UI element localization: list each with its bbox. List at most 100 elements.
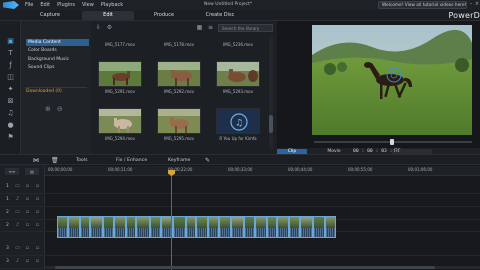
audio-waveform — [174, 228, 185, 237]
view-mode-icon[interactable]: ▦ — [195, 24, 204, 32]
timeline-clip[interactable] — [126, 216, 136, 238]
remove-category-icon[interactable]: ⊖ — [57, 105, 63, 113]
category-sound-clips[interactable]: Sound Clips — [26, 64, 89, 71]
tab-edit[interactable]: Edit — [82, 11, 134, 20]
preview-scrubber[interactable] — [314, 139, 472, 145]
delete-icon[interactable]: 🗑 — [51, 157, 59, 164]
keyframe-button[interactable]: Keyframe — [168, 157, 190, 164]
scrollbar-thumb[interactable] — [269, 115, 273, 133]
voice-over-icon[interactable]: ● — [5, 120, 16, 130]
category-color-boards[interactable]: Color Boards — [26, 47, 89, 54]
timeline-clip[interactable] — [255, 216, 267, 238]
scrubber-knob[interactable] — [390, 139, 394, 145]
fx-room-icon[interactable]: ƒ — [5, 60, 16, 70]
menu-file[interactable]: File — [25, 2, 33, 8]
preview-video[interactable] — [312, 25, 472, 135]
media-thumb-5295[interactable] — [157, 108, 201, 134]
menu-edit[interactable]: Edit — [40, 2, 50, 8]
add-category-icon[interactable]: ⊕ — [45, 105, 51, 113]
particle-room-icon[interactable]: ✦ — [5, 84, 16, 94]
timeline-clip[interactable] — [150, 216, 161, 238]
preview-panel: Clip Movie 00 : 00 : 03 : 19 Fit ▶ ■ ◁ ▷… — [277, 21, 480, 170]
timeline-clip[interactable] — [80, 216, 90, 238]
media-thumb-5292[interactable]: ✓ — [157, 61, 201, 87]
storyboard-view-button[interactable]: ▤ — [25, 168, 39, 175]
split-icon[interactable]: ⋈ — [33, 157, 39, 164]
timeline-clip[interactable] — [90, 216, 103, 238]
timeline-clip[interactable] — [186, 216, 196, 238]
media-thumb-5293[interactable]: ✓ — [216, 61, 260, 87]
media-thumb-5294[interactable]: ✓ — [98, 108, 142, 134]
category-downloaded[interactable]: Downloaded (0) — [26, 89, 62, 94]
timeline-clip[interactable] — [231, 216, 244, 238]
clip-thumbnail — [91, 217, 102, 228]
tab-produce[interactable]: Produce — [138, 11, 190, 20]
timeline-clip[interactable] — [325, 216, 336, 238]
timeline-clip[interactable] — [219, 216, 231, 238]
category-actions: ⊕ ⊖ — [45, 105, 63, 113]
timeline-view-button[interactable]: ≡≡ — [5, 168, 19, 175]
track-lock-icon[interactable]: ▫ — [34, 258, 41, 266]
timeline-clip[interactable] — [277, 216, 289, 238]
track-enable-icon[interactable]: ▫ — [24, 183, 31, 191]
library-category-panel: Media Content Color Boards Background Mu… — [21, 21, 91, 154]
timeline-scrollbar[interactable] — [45, 266, 480, 269]
media-thumb-music[interactable]: ♫ — [216, 108, 260, 134]
horse-thumbnail — [158, 62, 200, 86]
track-lock-icon[interactable]: ▫ — [34, 183, 41, 191]
media-room-icon[interactable]: ▣ — [5, 36, 16, 46]
track-enable-icon[interactable]: ▫ — [24, 209, 31, 217]
audio-mixing-icon[interactable]: ♫ — [5, 108, 16, 118]
edit-toolbar: ⋈ 🗑 Tools Fix / Enhance Keyframe ✎ — [0, 154, 480, 165]
timeline-ruler[interactable]: 00;00;00;00 00;00;11;00 00;00;22;00 00;0… — [45, 166, 480, 176]
tab-capture[interactable]: Capture — [24, 11, 76, 20]
track-lock-icon[interactable]: ▫ — [34, 209, 41, 217]
track-lock-icon[interactable]: ▫ — [34, 196, 41, 204]
playhead[interactable] — [171, 171, 172, 270]
timeline-clip[interactable] — [103, 216, 114, 238]
welcome-tutorial-link[interactable]: Welcome! View all tutorial videos here! — [378, 1, 467, 9]
track-lock-icon[interactable]: ▫ — [34, 245, 41, 253]
library-search-input[interactable]: Search the library — [218, 24, 273, 32]
title-room-icon[interactable]: T — [5, 48, 16, 58]
transition-room-icon[interactable]: ⊠ — [5, 96, 16, 106]
import-icon[interactable]: ⇩ — [94, 24, 103, 32]
media-thumb-5291[interactable]: ✓ — [98, 61, 142, 87]
sort-icon[interactable]: ≡ — [206, 24, 215, 32]
menu-playback[interactable]: Playback — [101, 2, 123, 8]
track-enable-icon[interactable]: ▫ — [24, 222, 31, 230]
timeline-clip[interactable] — [196, 216, 208, 238]
timeline-clip[interactable] — [300, 216, 313, 238]
menu-view[interactable]: View — [82, 2, 94, 8]
tab-create-disc[interactable]: Create Disc — [194, 11, 246, 20]
timeline-clip[interactable] — [313, 216, 325, 238]
timeline-clip[interactable] — [173, 216, 186, 238]
category-media-content[interactable]: Media Content — [26, 39, 89, 46]
fix-enhance-button[interactable]: Fix / Enhance — [116, 157, 147, 164]
timeline-clip[interactable] — [136, 216, 150, 238]
track-lock-icon[interactable]: ▫ — [34, 222, 41, 230]
timeline-clip[interactable] — [289, 216, 300, 238]
close-icon[interactable]: × — [474, 1, 480, 8]
track-enable-icon[interactable]: ▫ — [24, 245, 31, 253]
designer-icon[interactable]: ✎ — [205, 157, 210, 164]
timeline-clip[interactable] — [68, 216, 80, 238]
track-enable-icon[interactable]: ▫ — [24, 258, 31, 266]
menu-plugins[interactable]: Plugins — [57, 2, 75, 8]
plugins-icon[interactable]: ⚙ — [105, 24, 114, 32]
category-divider — [25, 87, 87, 88]
timeline-clip[interactable] — [244, 216, 255, 238]
chapter-room-icon[interactable]: ⚑ — [5, 132, 16, 142]
timeline-scroll-thumb[interactable] — [55, 266, 435, 269]
category-background-music[interactable]: Background Music — [26, 56, 89, 63]
tools-menu[interactable]: Tools — [76, 157, 88, 164]
timeline-clip[interactable] — [208, 216, 219, 238]
timeline-clip[interactable] — [57, 216, 68, 238]
clip-thumbnail — [290, 217, 299, 228]
pip-room-icon[interactable]: ◫ — [5, 72, 16, 82]
timeline-clip[interactable] — [267, 216, 277, 238]
timeline-clip[interactable] — [114, 216, 126, 238]
thumb-label-top-1: IMG_5177.mov — [105, 42, 135, 47]
track-enable-icon[interactable]: ▫ — [24, 196, 31, 204]
library-scrollbar[interactable] — [269, 37, 273, 149]
